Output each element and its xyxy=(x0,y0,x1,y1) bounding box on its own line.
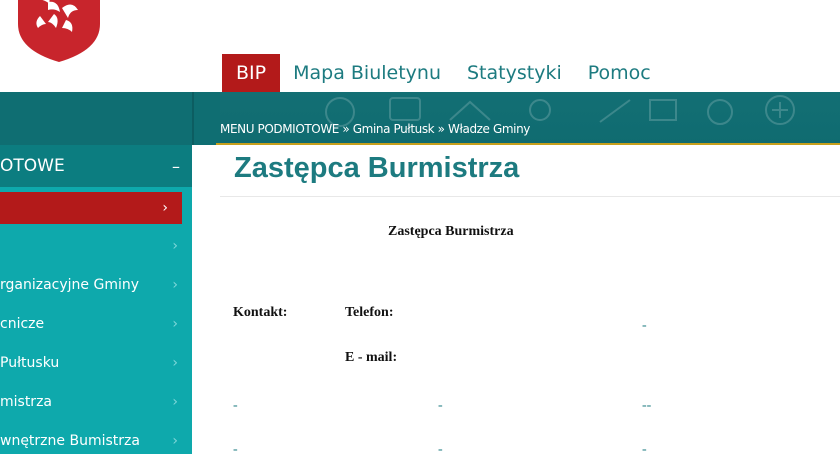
collapse-icon[interactable]: – xyxy=(172,157,180,176)
breadcrumb-item-wladze[interactable]: Władze Gminy xyxy=(448,122,530,136)
sidebar-item-active[interactable]: › xyxy=(0,192,182,224)
sidebar-item[interactable]: › xyxy=(0,226,192,265)
chevron-right-icon: › xyxy=(172,432,178,449)
sidebar-header-label: OTOWE xyxy=(0,156,65,176)
breadcrumb-item-gmina[interactable]: Gmina Pułtusk xyxy=(353,122,435,136)
sidebar-item-label: mistrza xyxy=(0,393,52,410)
nav-bip[interactable]: BIP xyxy=(222,54,281,92)
contact-label: Kontakt: xyxy=(233,305,288,320)
sidebar-item-burmistrza[interactable]: mistrza › xyxy=(0,382,192,421)
table-cell: - xyxy=(233,442,238,457)
chevron-right-icon: › xyxy=(172,393,178,410)
band-divider xyxy=(192,92,194,145)
sidebar-item-wewnetrzne[interactable]: wnętrzne Bumistrza › xyxy=(0,421,192,460)
page-title: Zastępca Burmistrza xyxy=(234,152,520,184)
table-cell: -- xyxy=(642,398,652,413)
sidebar-item-label: wnętrzne Bumistrza xyxy=(0,432,140,449)
chevron-right-icon: › xyxy=(172,354,178,371)
email-label: E - mail: xyxy=(345,350,398,365)
sidebar-item-label: cnicze xyxy=(0,315,45,332)
breadcrumb-separator: » xyxy=(339,122,353,136)
title-divider xyxy=(220,196,840,197)
chevron-right-icon: › xyxy=(162,200,168,216)
sidebar-item-pomocnicze[interactable]: cnicze › xyxy=(0,304,192,343)
sidebar-menu: OTOWE – › › rganizacyjne Gminy › cnicze … xyxy=(0,145,192,454)
table-cell: - xyxy=(438,442,443,457)
coat-of-arms-logo[interactable] xyxy=(0,0,108,62)
nav-mapa-biuletynu[interactable]: Mapa Biuletynu xyxy=(280,54,454,92)
sidebar-item-struktura[interactable]: rganizacyjne Gminy › xyxy=(0,265,192,304)
content-subtitle: Zastępca Burmistrza xyxy=(388,224,514,239)
table-cell: - xyxy=(233,398,238,413)
table-cell: - xyxy=(642,442,647,457)
sidebar-item-pultusk[interactable]: Pułtusku › xyxy=(0,343,192,382)
phone-label: Telefon: xyxy=(345,305,394,320)
accent-divider xyxy=(216,143,840,145)
table-cell: - xyxy=(438,398,443,413)
nav-pomoc[interactable]: Pomoc xyxy=(575,54,664,92)
sidebar-header[interactable]: OTOWE – xyxy=(0,145,192,187)
nav-statystyki[interactable]: Statystyki xyxy=(454,54,575,92)
sidebar-item-label: Pułtusku xyxy=(0,354,60,371)
breadcrumb-separator: » xyxy=(434,122,449,136)
chevron-right-icon: › xyxy=(172,276,178,293)
chevron-right-icon: › xyxy=(172,237,178,254)
breadcrumb-item-menu[interactable]: MENU PODMIOTOWE xyxy=(220,122,339,136)
sidebar-gutter xyxy=(192,145,220,454)
breadcrumb: MENU PODMIOTOWE » Gmina Pułtusk » Władze… xyxy=(220,118,530,140)
top-navigation: BIP Mapa Biuletynu Statystyki Pomoc xyxy=(222,54,664,92)
sidebar-item-label: rganizacyjne Gminy xyxy=(0,276,140,293)
phone-value: - xyxy=(642,318,647,333)
chevron-right-icon: › xyxy=(172,315,178,332)
